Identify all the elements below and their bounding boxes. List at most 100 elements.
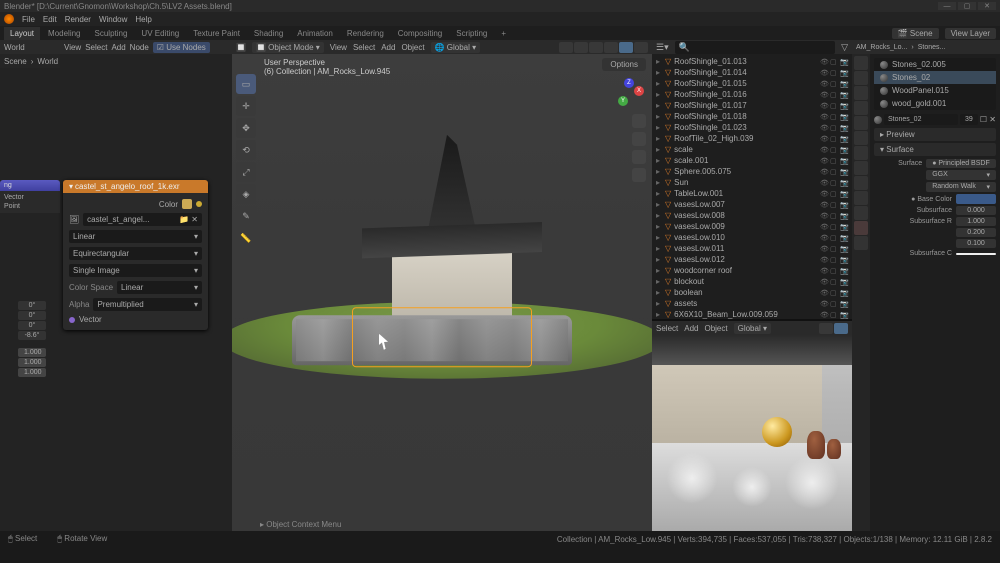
sec-menu-select[interactable]: Select	[656, 324, 678, 333]
outliner-item[interactable]: ▸▽vasesLow.007👁▢📷	[652, 199, 852, 210]
output-tab[interactable]	[854, 71, 868, 85]
options-dropdown[interactable]: Options	[602, 58, 646, 71]
material-slot-list[interactable]: Stones_02.005 Stones_02 WoodPanel.015 wo…	[874, 58, 996, 110]
interpolation-dropdown[interactable]: Linear▾	[69, 230, 202, 243]
properties-panel[interactable]: AM_Rocks_Lo... › Stones...	[852, 40, 1000, 531]
use-nodes-toggle[interactable]: ☑ Use Nodes	[153, 42, 210, 53]
modifier-tab[interactable]	[854, 146, 868, 160]
sss-radius-z[interactable]: 0.100	[956, 239, 996, 248]
tab-rendering[interactable]: Rendering	[341, 27, 390, 40]
output-color[interactable]: Color	[159, 200, 178, 209]
prop-crumb-object[interactable]: AM_Rocks_Lo...	[856, 44, 907, 51]
socket-vector[interactable]: Vector	[4, 193, 56, 202]
menu-select[interactable]: Select	[85, 43, 107, 52]
scene-tab[interactable]	[854, 101, 868, 115]
material-tab[interactable]	[854, 221, 868, 235]
outliner-item[interactable]: ▸▽6X6X10_Beam_Low.009.059👁▢📷	[652, 309, 852, 320]
sec-orientation[interactable]: Global ▾	[734, 323, 771, 334]
sec-menu-object[interactable]: Object	[704, 324, 727, 333]
outliner-item[interactable]: ▸▽vasesLow.010👁▢📷	[652, 232, 852, 243]
tab-shading[interactable]: Shading	[248, 27, 289, 40]
zoom-icon[interactable]	[632, 114, 646, 128]
tab-scripting[interactable]: Scripting	[450, 27, 493, 40]
constraint-tab[interactable]	[854, 191, 868, 205]
distribution-dropdown[interactable]: GGX▾	[926, 170, 996, 180]
outliner-item[interactable]: ▸▽RoofShingle_01.017👁▢📷	[652, 100, 852, 111]
3d-viewport-main[interactable]: 🔲 🔲 Object Mode ▾ View Select Add Object…	[232, 40, 652, 531]
prop-crumb-mat[interactable]: Stones...	[918, 44, 946, 51]
outliner-item[interactable]: ▸▽vasesLow.009👁▢📷	[652, 221, 852, 232]
menu-edit[interactable]: Edit	[43, 15, 57, 24]
viewlayer-dropdown[interactable]: View Layer	[945, 28, 996, 39]
material-slot[interactable]: WoodPanel.015	[874, 84, 996, 97]
alpha-dropdown[interactable]: Premultiplied▾	[93, 298, 202, 311]
crumb-world[interactable]: World	[37, 57, 58, 66]
material-slot[interactable]: Stones_02.005	[874, 58, 996, 71]
subsurface-color-swatch[interactable]	[956, 253, 996, 255]
sec-menu-add[interactable]: Add	[684, 324, 698, 333]
tab-uv-editing[interactable]: UV Editing	[135, 27, 185, 40]
mesh-tab[interactable]	[854, 206, 868, 220]
node-editor-panel[interactable]: View Select Add Node ☑ Use Nodes ▾castel…	[60, 40, 232, 531]
rendered-shading[interactable]	[634, 42, 648, 53]
material-slot-active[interactable]: Stones_02	[874, 71, 996, 84]
vp-menu-add[interactable]: Add	[381, 43, 395, 52]
outliner-item[interactable]: ▸▽woodcorner roof👁▢📷	[652, 265, 852, 276]
value-field[interactable]: 1.000	[18, 358, 46, 367]
node-header[interactable]: ▾castel_st_angelo_roof_1k.exr	[63, 180, 208, 193]
world-tab[interactable]	[854, 116, 868, 130]
sec-solid-shading[interactable]	[819, 323, 833, 334]
world-dropdown[interactable]: World	[4, 43, 25, 52]
outliner-item[interactable]: ▸▽RoofShingle_01.013👁▢📷	[652, 56, 852, 67]
vp-menu-object[interactable]: Object	[401, 43, 424, 52]
sss-radius-x[interactable]: 1.000	[956, 217, 996, 226]
surface-shader-dropdown[interactable]: ● Principled BSDF	[926, 159, 996, 168]
outliner-item[interactable]: ▸▽assets👁▢📷	[652, 298, 852, 309]
value-field[interactable]: 0°	[18, 301, 46, 310]
physics-tab[interactable]	[854, 176, 868, 190]
outliner-item[interactable]: ▸▽RoofShingle_01.015👁▢📷	[652, 78, 852, 89]
orientation-gizmo[interactable]: X Y Z	[614, 78, 644, 108]
outliner-item[interactable]: ▸▽blockout👁▢📷	[652, 276, 852, 287]
base-color-swatch[interactable]	[956, 194, 996, 204]
outliner-item[interactable]: ▸▽RoofShingle_01.016👁▢📷	[652, 89, 852, 100]
outliner-item[interactable]: ▸▽TableLow.001👁▢📷	[652, 188, 852, 199]
maximize-button[interactable]: ▢	[958, 2, 976, 10]
outliner-item[interactable]: ▸▽boolean👁▢📷	[652, 287, 852, 298]
menu-add[interactable]: Add	[111, 43, 125, 52]
overlay-toggle[interactable]	[559, 42, 573, 53]
filter-icon[interactable]: ▽	[841, 42, 848, 53]
outliner-item[interactable]: ▸▽scale👁▢📷	[652, 144, 852, 155]
tab-sculpting[interactable]: Sculpting	[89, 27, 134, 40]
3d-viewport-secondary[interactable]: Select Add Object Global ▾	[652, 320, 852, 531]
outliner-item[interactable]: ▸▽RoofShingle_01.023👁▢📷	[652, 122, 852, 133]
render-tab[interactable]	[854, 56, 868, 70]
socket-color-icon[interactable]	[196, 201, 202, 207]
sss-radius-y[interactable]: 0.200	[956, 228, 996, 237]
value-field[interactable]: 0°	[18, 321, 46, 330]
environment-texture-node[interactable]: ▾castel_st_angelo_roof_1k.exr Color 🖼 ca…	[63, 180, 208, 330]
object-tab[interactable]	[854, 131, 868, 145]
socket-vector-icon[interactable]	[69, 317, 75, 323]
partial-node-header[interactable]: ng	[0, 180, 60, 191]
tab-modeling[interactable]: Modeling	[42, 27, 86, 40]
viewlayer-tab[interactable]	[854, 86, 868, 100]
menu-help[interactable]: Help	[135, 15, 151, 24]
material-name-field[interactable]: Stones_02	[884, 114, 958, 125]
outliner-item[interactable]: ▸▽RoofShingle_01.014👁▢📷	[652, 67, 852, 78]
camera-icon[interactable]	[632, 150, 646, 164]
tab-layout[interactable]: Layout	[4, 27, 40, 40]
menu-render[interactable]: Render	[65, 15, 91, 24]
socket-point[interactable]: Point	[4, 202, 56, 211]
value-field[interactable]: -8.6°	[18, 331, 46, 340]
orientation-dropdown[interactable]: 🌐 Global ▾	[431, 42, 481, 53]
xray-toggle[interactable]	[574, 42, 588, 53]
outliner-mode-icon[interactable]: ☰▾	[656, 42, 669, 53]
tab-texture-paint[interactable]: Texture Paint	[187, 27, 246, 40]
minimize-button[interactable]: —	[938, 2, 956, 10]
material-shading[interactable]	[619, 42, 633, 53]
scene-dropdown[interactable]: 🎬 Scene	[892, 28, 939, 39]
mode-dropdown[interactable]: 🔲 Object Mode ▾	[252, 42, 324, 53]
outliner-item[interactable]: ▸▽vasesLow.012👁▢📷	[652, 254, 852, 265]
section-preview[interactable]: ▸ Preview	[874, 128, 996, 141]
